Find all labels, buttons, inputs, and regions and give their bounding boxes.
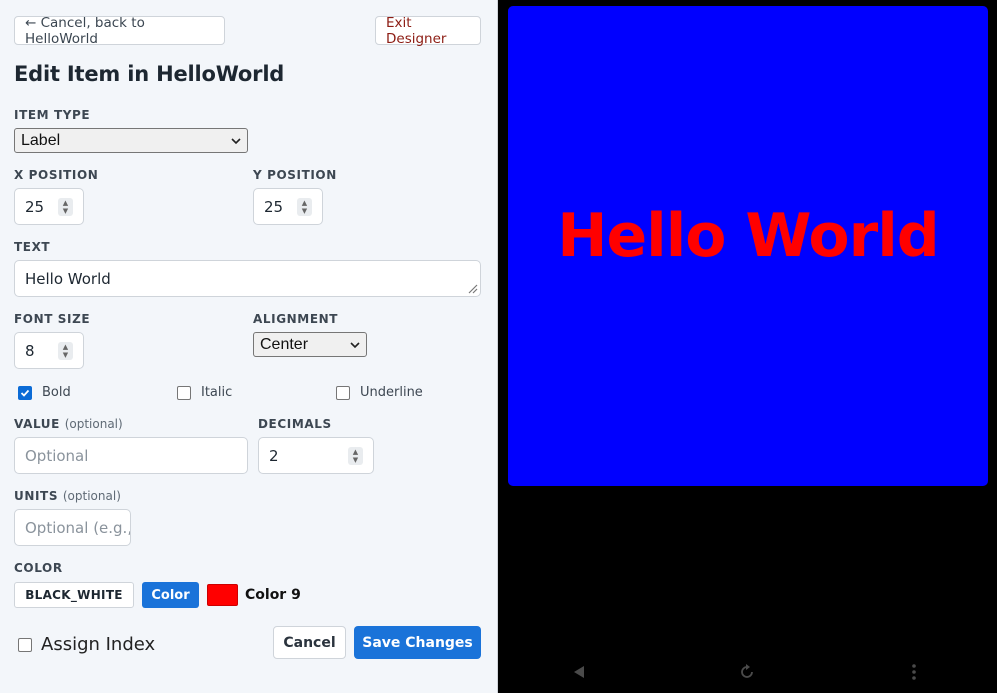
checkbox-unchecked-icon[interactable] xyxy=(177,385,191,400)
value-placeholder: Optional xyxy=(25,446,89,465)
item-type-select[interactable]: Label xyxy=(14,128,248,153)
decimals-value: 2 xyxy=(269,446,279,465)
exit-designer-button[interactable]: Exit Designer xyxy=(375,15,481,47)
value-label: VALUE (optional) xyxy=(14,417,123,431)
font-size-value: 8 xyxy=(25,341,35,360)
x-position-stepper[interactable]: ▲ ▼ xyxy=(58,198,73,216)
text-value: Hello World xyxy=(25,269,111,288)
units-input[interactable]: Optional (e.g., xyxy=(14,509,131,546)
text-input[interactable]: Hello World xyxy=(14,260,481,297)
y-position-input[interactable]: 25 ▲ ▼ xyxy=(253,188,323,225)
alignment-label: ALIGNMENT xyxy=(253,312,339,326)
refresh-icon[interactable] xyxy=(738,663,756,681)
assign-index-label: Assign Index xyxy=(41,634,156,655)
units-placeholder: Optional (e.g., xyxy=(25,518,131,537)
chevron-down-icon xyxy=(350,341,360,348)
cancel-back-button[interactable]: ← Cancel, back to HelloWorld xyxy=(14,15,225,47)
color-label: COLOR xyxy=(14,561,63,575)
checkbox-checked-icon[interactable] xyxy=(18,385,32,400)
item-type-value: Label xyxy=(21,131,61,149)
bold-checkbox[interactable]: Bold xyxy=(18,385,71,400)
chevron-down-icon xyxy=(231,137,241,144)
y-position-label: Y POSITION xyxy=(253,168,337,182)
preview-label[interactable]: Hello World xyxy=(508,201,988,271)
cancel-button[interactable]: Cancel xyxy=(273,626,346,659)
font-size-label: FONT SIZE xyxy=(14,312,91,326)
x-position-label: X POSITION xyxy=(14,168,99,182)
decimals-label: DECIMALS xyxy=(258,417,332,431)
preview-panel: Hello World xyxy=(498,0,997,693)
underline-checkbox[interactable]: Underline xyxy=(336,385,423,400)
resize-handle-icon[interactable] xyxy=(466,282,478,294)
italic-checkbox[interactable]: Italic xyxy=(177,385,232,400)
editor-panel: ← Cancel, back to HelloWorld Exit Design… xyxy=(0,0,498,693)
color-picker-button[interactable]: Color xyxy=(142,582,199,608)
underline-label: Underline xyxy=(360,385,423,400)
bold-label: Bold xyxy=(42,385,71,400)
decimals-input[interactable]: 2 ▲ ▼ xyxy=(258,437,374,474)
value-optional-text: (optional) xyxy=(64,417,123,431)
more-vertical-icon[interactable] xyxy=(910,663,918,681)
palette-button[interactable]: BLACK_WHITE xyxy=(14,582,134,608)
y-position-stepper[interactable]: ▲ ▼ xyxy=(297,198,312,216)
save-changes-button[interactable]: Save Changes xyxy=(354,626,481,659)
assign-index-checkbox[interactable]: Assign Index xyxy=(18,634,155,655)
alignment-select[interactable]: Center xyxy=(253,332,367,357)
color-name: Color 9 xyxy=(245,587,301,603)
alignment-value: Center xyxy=(260,335,309,353)
decimals-stepper[interactable]: ▲ ▼ xyxy=(348,447,363,465)
units-label-text: UNITS xyxy=(14,489,59,503)
units-label: UNITS (optional) xyxy=(14,489,121,503)
x-position-input[interactable]: 25 ▲ ▼ xyxy=(14,188,84,225)
back-triangle-icon[interactable] xyxy=(572,665,586,679)
value-label-text: VALUE xyxy=(14,417,60,431)
units-optional-text: (optional) xyxy=(62,489,121,503)
checkbox-unchecked-icon[interactable] xyxy=(18,637,32,652)
item-type-label: ITEM TYPE xyxy=(14,108,91,122)
font-size-stepper[interactable]: ▲ ▼ xyxy=(58,342,73,360)
checkbox-unchecked-icon[interactable] xyxy=(336,385,350,400)
x-position-value: 25 xyxy=(25,197,45,216)
color-swatch[interactable] xyxy=(207,584,238,606)
italic-label: Italic xyxy=(201,385,233,400)
preview-canvas[interactable]: Hello World xyxy=(508,6,988,486)
page-title: Edit Item in HelloWorld xyxy=(14,62,285,86)
value-input[interactable]: Optional xyxy=(14,437,248,474)
y-position-value: 25 xyxy=(264,197,284,216)
text-label: TEXT xyxy=(14,240,51,254)
font-size-input[interactable]: 8 ▲ ▼ xyxy=(14,332,84,369)
